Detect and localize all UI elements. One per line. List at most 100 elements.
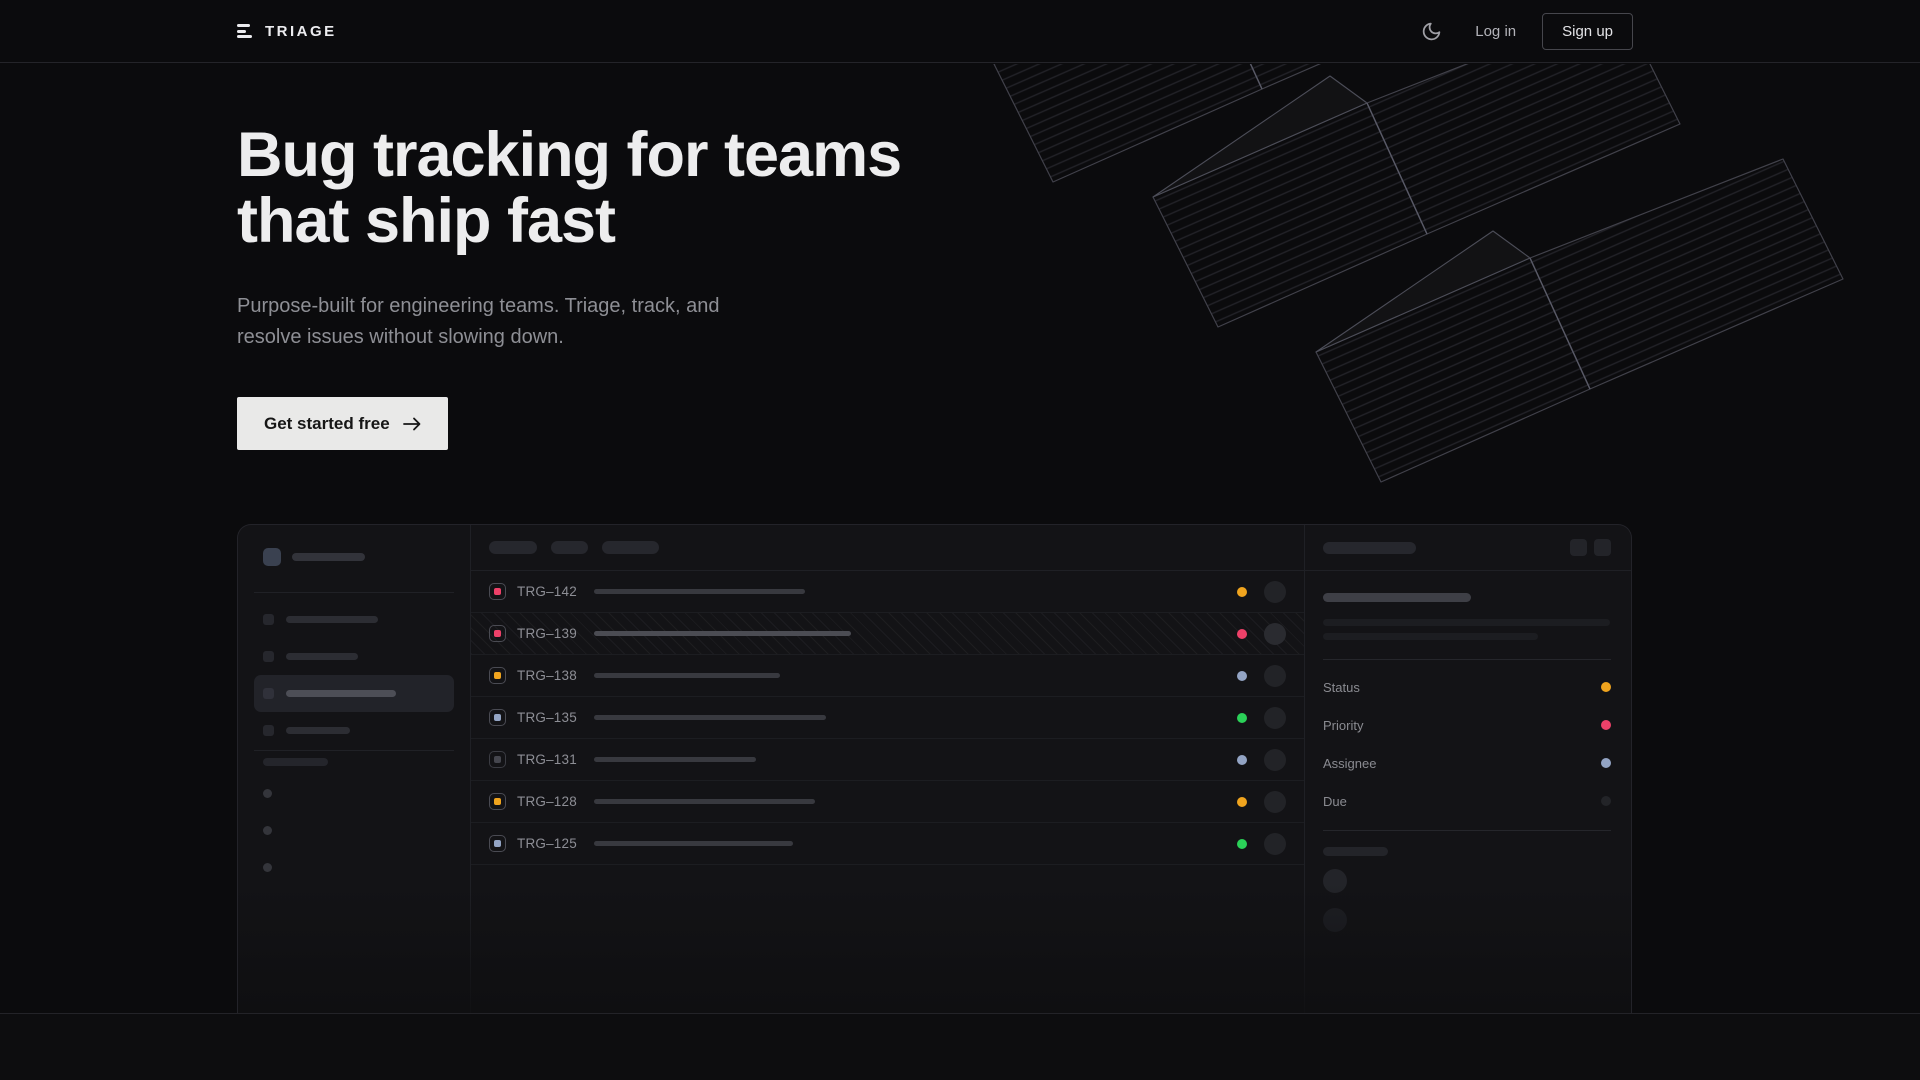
issue-row: TRG–125 xyxy=(471,823,1304,865)
priority-icon xyxy=(489,583,506,600)
hero-subtitle: Purpose-built for engineering teams. Tri… xyxy=(237,291,719,353)
issue-title-skeleton xyxy=(594,631,851,636)
field-value-dot xyxy=(1601,720,1611,730)
workspace-name-skeleton xyxy=(292,553,365,561)
issue-row: TRG–131 xyxy=(471,739,1304,781)
issue-id: TRG–135 xyxy=(517,710,577,725)
hero-title: Bug tracking for teams that ship fast xyxy=(237,122,901,254)
detail-divider xyxy=(1323,830,1611,831)
assignee-avatar-skeleton xyxy=(1264,623,1286,645)
app-preview-panel: TRG–142 TRG–139 TRG–138 TRG–135 TRG–131 TRG–1… xyxy=(237,524,1632,1014)
detail-header xyxy=(1303,525,1631,571)
status-dot xyxy=(1237,671,1247,681)
workspace-avatar xyxy=(263,548,281,566)
wireframe-slabs-graphic xyxy=(980,64,1920,520)
nav-actions: Log in Sign up xyxy=(1421,13,1633,50)
footer xyxy=(0,1013,1920,1080)
detail-field-row: Priority xyxy=(1323,706,1611,744)
detail-section-skeleton xyxy=(1323,847,1388,856)
issue-row: TRG–139 xyxy=(471,613,1304,655)
sidebar-divider xyxy=(254,750,454,751)
login-link[interactable]: Log in xyxy=(1475,23,1516,40)
sidebar-dot xyxy=(263,789,272,798)
get-started-button[interactable]: Get started free xyxy=(237,397,448,450)
assignee-avatar-skeleton xyxy=(1264,665,1286,687)
priority-icon xyxy=(489,709,506,726)
field-label: Status xyxy=(1323,680,1360,695)
hero-subtitle-line1: Purpose-built for engineering teams. Tri… xyxy=(237,291,719,322)
issue-title-skeleton xyxy=(594,757,756,762)
issue-title-skeleton xyxy=(594,715,826,720)
triage-logo-icon xyxy=(237,24,252,38)
sidebar-item-skeleton-active xyxy=(254,675,454,712)
issue-row: TRG–135 xyxy=(471,697,1304,739)
status-dot xyxy=(1237,713,1247,723)
status-dot xyxy=(1237,629,1247,639)
signup-button[interactable]: Sign up xyxy=(1542,13,1633,50)
sidebar-dot xyxy=(263,826,272,835)
issue-row: TRG–138 xyxy=(471,655,1304,697)
issue-title-skeleton xyxy=(594,799,815,804)
assignee-avatar-skeleton xyxy=(1264,581,1286,603)
issue-id: TRG–138 xyxy=(517,668,577,683)
detail-desc-skeleton xyxy=(1323,633,1538,640)
detail-desc-skeleton xyxy=(1323,619,1610,626)
get-started-label: Get started free xyxy=(264,414,390,434)
preview-sidebar xyxy=(238,525,471,1014)
brand-logo[interactable]: TRIAGE xyxy=(237,23,337,40)
status-dot xyxy=(1237,587,1247,597)
issue-detail-panel: Status Priority Assignee Due xyxy=(1303,525,1631,1014)
sidebar-item-icon xyxy=(263,614,274,625)
detail-header-buttons xyxy=(1570,539,1611,556)
status-dot xyxy=(1237,755,1247,765)
issue-id: TRG–131 xyxy=(517,752,577,767)
assignee-avatar-skeleton xyxy=(1264,791,1286,813)
top-nav: TRIAGE Log in Sign up xyxy=(0,0,1920,63)
moon-icon xyxy=(1421,21,1442,42)
detail-header-skeleton xyxy=(1323,542,1416,554)
issue-list-header xyxy=(471,525,1304,571)
priority-icon xyxy=(489,793,506,810)
field-value-dot xyxy=(1601,758,1611,768)
field-label: Priority xyxy=(1323,718,1363,733)
sidebar-divider xyxy=(254,592,454,593)
sidebar-item-skeleton xyxy=(254,638,454,675)
detail-title-skeleton xyxy=(1323,593,1471,602)
field-value-dot xyxy=(1601,682,1611,692)
activity-avatar-skeleton xyxy=(1323,908,1347,932)
status-dot xyxy=(1237,797,1247,807)
sidebar-item-icon xyxy=(263,688,274,699)
sidebar-dot xyxy=(263,863,272,872)
theme-toggle-button[interactable] xyxy=(1421,21,1442,42)
detail-action-button-skeleton xyxy=(1570,539,1587,556)
hero-title-line2: that ship fast xyxy=(237,188,901,254)
detail-action-button-skeleton xyxy=(1594,539,1611,556)
priority-icon xyxy=(489,667,506,684)
sidebar-item-skeleton xyxy=(254,712,454,749)
issue-list: TRG–142 TRG–139 TRG–138 TRG–135 TRG–131 TRG–1… xyxy=(471,525,1305,1014)
status-dot xyxy=(1237,839,1247,849)
detail-divider xyxy=(1323,659,1611,660)
sidebar-section-skeleton xyxy=(263,758,328,766)
issue-id: TRG–139 xyxy=(517,626,577,641)
workspace-row xyxy=(263,548,365,566)
field-label: Due xyxy=(1323,794,1347,809)
issue-row: TRG–128 xyxy=(471,781,1304,823)
landing-page: TRIAGE Log in Sign up Bug tracking for t… xyxy=(0,0,1920,1080)
issue-title-skeleton xyxy=(594,589,805,594)
priority-icon xyxy=(489,835,506,852)
activity-avatar-skeleton xyxy=(1323,869,1347,893)
arrow-right-icon xyxy=(403,417,421,431)
issue-row: TRG–142 xyxy=(471,571,1304,613)
brand-name: TRIAGE xyxy=(265,23,337,40)
detail-field-row: Due xyxy=(1323,782,1611,820)
sidebar-nav-skeleton xyxy=(254,601,454,749)
sidebar-item-icon xyxy=(263,725,274,736)
list-tab-skeleton xyxy=(489,541,537,554)
assignee-avatar-skeleton xyxy=(1264,833,1286,855)
field-label: Assignee xyxy=(1323,756,1376,771)
detail-fields: Status Priority Assignee Due xyxy=(1323,668,1611,820)
assignee-avatar-skeleton xyxy=(1264,707,1286,729)
issue-id: TRG–142 xyxy=(517,584,577,599)
issue-id: TRG–125 xyxy=(517,836,577,851)
